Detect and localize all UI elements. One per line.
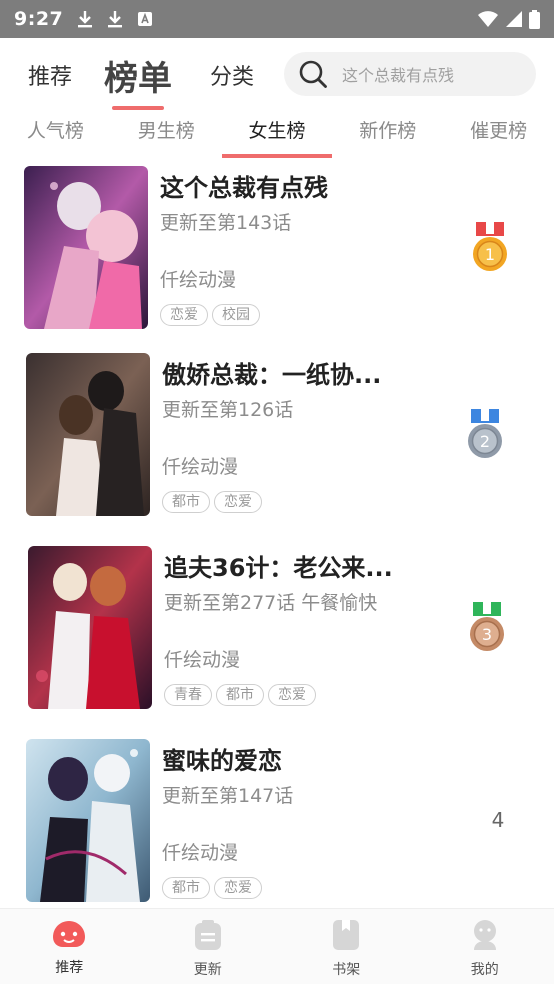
comic-tag[interactable]: 都市 bbox=[216, 684, 264, 706]
tab-new[interactable]: 新作榜 bbox=[332, 112, 443, 158]
top-nav: 推荐 榜单 分类 这个总裁有点残 bbox=[0, 38, 554, 112]
profile-icon bbox=[470, 919, 500, 955]
comic-tag[interactable]: 恋爱 bbox=[214, 491, 262, 513]
rank-number: 3 bbox=[482, 625, 492, 644]
list-item[interactable]: 这个总裁有点残 更新至第143话 仟绘动漫 恋爱 校园 1 bbox=[0, 158, 554, 345]
list-item[interactable]: 傲娇总裁：一纸协... 更新至第126话 仟绘动漫 都市 恋爱 2 bbox=[0, 345, 554, 532]
silver-medal-icon: 2 bbox=[463, 407, 507, 463]
comic-tags: 恋爱 校园 bbox=[160, 304, 260, 326]
comic-tags: 青春 都市 恋爱 bbox=[164, 684, 316, 706]
tab-male[interactable]: 男生榜 bbox=[111, 112, 222, 158]
comic-tag[interactable]: 都市 bbox=[162, 877, 210, 899]
tab-popular[interactable]: 人气榜 bbox=[0, 112, 111, 158]
tab-urge-update[interactable]: 催更榜 bbox=[443, 112, 554, 158]
nav-profile[interactable]: 我的 bbox=[416, 909, 554, 984]
comic-cover[interactable] bbox=[26, 353, 150, 516]
gold-medal-icon: 1 bbox=[468, 220, 512, 276]
comic-update-status: 更新至第143话 bbox=[160, 212, 292, 234]
comic-author: 仟绘动漫 bbox=[164, 649, 241, 671]
comic-cover[interactable] bbox=[28, 546, 152, 709]
tab-female[interactable]: 女生榜 bbox=[221, 112, 333, 158]
bottom-nav: 推荐 更新 书架 我的 bbox=[0, 908, 554, 984]
rank-number: 1 bbox=[485, 245, 495, 264]
notification-icons bbox=[77, 10, 153, 28]
comic-tags: 都市 恋爱 bbox=[162, 877, 262, 899]
system-icons bbox=[477, 9, 540, 29]
bronze-medal-icon: 3 bbox=[465, 600, 509, 656]
comic-title[interactable]: 傲娇总裁：一纸协... bbox=[162, 355, 381, 390]
nav-bookshelf[interactable]: 书架 bbox=[277, 909, 416, 984]
nav-label: 更新 bbox=[193, 962, 222, 978]
comic-tag[interactable]: 都市 bbox=[162, 491, 210, 513]
list-item[interactable]: 追夫36计：老公来... 更新至第277话 午餐愉快 仟绘动漫 青春 都市 恋爱… bbox=[0, 538, 554, 725]
battery-icon bbox=[529, 9, 540, 29]
tab-recommend[interactable]: 推荐 bbox=[28, 59, 72, 91]
comic-title[interactable]: 蜜味的爱恋 bbox=[162, 741, 282, 776]
search-bar[interactable]: 这个总裁有点残 bbox=[284, 52, 536, 96]
status-bar: 9:27 bbox=[0, 0, 554, 38]
comic-title[interactable]: 追夫36计：老公来... bbox=[164, 548, 393, 583]
app-notification-icon bbox=[137, 11, 153, 27]
comic-author: 仟绘动漫 bbox=[160, 269, 237, 291]
comic-cover[interactable] bbox=[26, 739, 150, 902]
rank-number: 4 bbox=[491, 808, 505, 832]
comic-update-status: 更新至第126话 bbox=[162, 399, 294, 421]
update-icon bbox=[193, 919, 223, 955]
download-icon bbox=[77, 10, 93, 28]
comic-tag[interactable]: 恋爱 bbox=[268, 684, 316, 706]
recommend-icon bbox=[51, 919, 87, 953]
nav-update[interactable]: 更新 bbox=[139, 909, 278, 984]
bookshelf-icon bbox=[331, 919, 361, 955]
wifi-icon bbox=[477, 10, 499, 28]
comic-tag[interactable]: 校园 bbox=[212, 304, 260, 326]
tab-category[interactable]: 分类 bbox=[210, 59, 254, 91]
comic-tag[interactable]: 青春 bbox=[164, 684, 212, 706]
search-icon bbox=[298, 59, 328, 89]
comic-update-status: 更新至第147话 bbox=[162, 785, 294, 807]
comic-tag[interactable]: 恋爱 bbox=[214, 877, 262, 899]
signal-icon bbox=[505, 10, 523, 28]
nav-label: 推荐 bbox=[55, 960, 84, 976]
comic-author: 仟绘动漫 bbox=[162, 842, 239, 864]
nav-label: 我的 bbox=[470, 962, 499, 978]
download-icon bbox=[107, 10, 123, 28]
ranking-sub-tabs: 人气榜 男生榜 女生榜 新作榜 催更榜 bbox=[0, 112, 554, 158]
comic-cover[interactable] bbox=[24, 166, 148, 329]
search-placeholder: 这个总裁有点残 bbox=[342, 66, 455, 85]
list-item[interactable]: 蜜味的爱恋 更新至第147话 仟绘动漫 都市 恋爱 bbox=[0, 731, 554, 918]
tab-ranking[interactable]: 榜单 bbox=[104, 51, 172, 110]
nav-label: 书架 bbox=[332, 962, 361, 978]
comic-update-status: 更新至第277话 午餐愉快 bbox=[164, 592, 378, 614]
comic-title[interactable]: 这个总裁有点残 bbox=[160, 168, 328, 203]
comic-tags: 都市 恋爱 bbox=[162, 491, 262, 513]
comic-tag[interactable]: 恋爱 bbox=[160, 304, 208, 326]
nav-recommend[interactable]: 推荐 bbox=[0, 909, 139, 984]
rank-number: 2 bbox=[480, 432, 490, 451]
status-time: 9:27 bbox=[14, 8, 64, 30]
comic-author: 仟绘动漫 bbox=[162, 456, 239, 478]
